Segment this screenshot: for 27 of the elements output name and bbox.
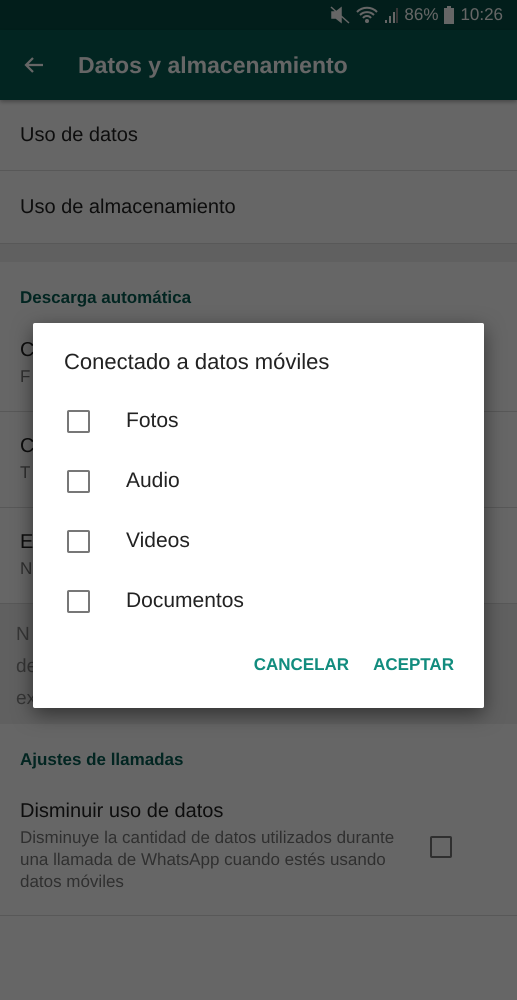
option-label[interactable]: Documentos: [126, 589, 244, 613]
checkbox[interactable]: [67, 530, 90, 552]
screen-title: Datos y almacenamiento: [78, 52, 348, 78]
battery-percentage: 86%: [404, 5, 438, 25]
setting-title[interactable]: E: [20, 531, 34, 554]
dialog-button[interactable]: CANCELAR: [246, 645, 358, 685]
battery-icon: [444, 6, 454, 24]
option-label[interactable]: Audio: [126, 469, 180, 493]
setting-title[interactable]: C: [20, 435, 34, 458]
mute-icon: [330, 6, 350, 24]
setting-title[interactable]: Disminuir uso de datos: [20, 800, 410, 823]
wifi-icon: [356, 6, 378, 24]
clock: 10:26: [460, 5, 503, 25]
section-header: Descarga automática: [19, 287, 192, 309]
checkbox[interactable]: [67, 410, 90, 432]
signal-icon: [384, 6, 398, 24]
option-label[interactable]: Fotos: [126, 409, 179, 433]
setting-title[interactable]: Uso de datos: [20, 124, 138, 146]
checkbox[interactable]: [67, 470, 90, 492]
checkbox[interactable]: [430, 836, 452, 858]
option-label[interactable]: Videos: [126, 529, 190, 553]
setting-title[interactable]: Uso de almacenamiento: [20, 196, 236, 218]
checkbox[interactable]: [67, 590, 90, 612]
dialog-button[interactable]: ACEPTAR: [365, 645, 462, 685]
section-header: Ajustes de llamadas: [19, 749, 184, 771]
setting-title[interactable]: C: [20, 339, 34, 362]
dialog-title: Conectado a datos móviles: [64, 349, 330, 375]
